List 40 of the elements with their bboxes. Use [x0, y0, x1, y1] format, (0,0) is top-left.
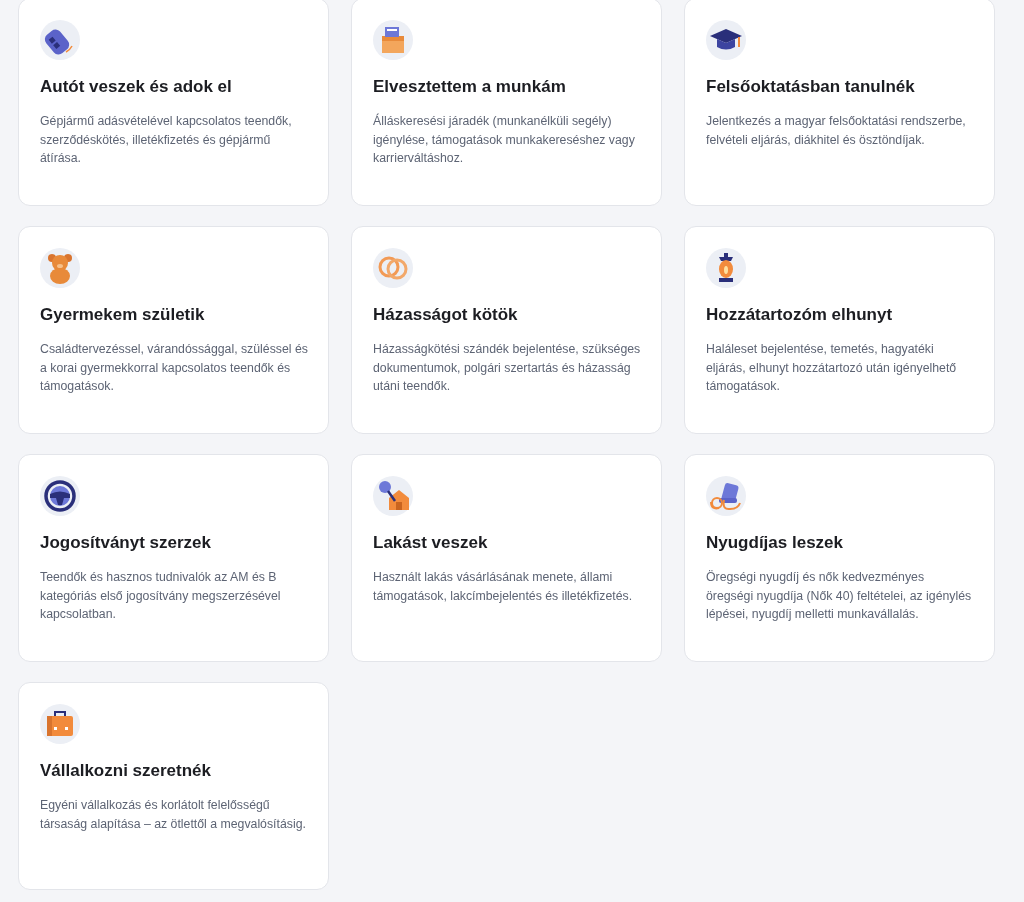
topic-card[interactable]: Autót veszek és adok el Gépjármű adásvételével kapcsolatos teendők, szerződéskötés, illetékfizetés és gépjármű átírása.: [18, 0, 329, 206]
card-title: Házasságot kötök: [373, 304, 519, 326]
card-title: Lakást veszek: [373, 532, 489, 554]
card-title: Hozzátartozóm elhunyt: [706, 304, 894, 326]
topic-card[interactable]: Vállalkozni szeretnék Egyéni vállalkozás és korlátolt felelősségű társaság alapítása – az ötlettől a megvalósításig.: [18, 682, 329, 890]
card-title: Nyugdíjas leszek: [706, 532, 844, 554]
card-description: Haláleset bejelentése, temetés, hagyatéki eljárás, elhunyt hozzátartozó után igényelhető támogatások.: [706, 341, 958, 395]
key-house-icon: [373, 476, 413, 516]
card-description: Teendők és hasznos tudnivalók az AM és B kategóriás első jogosítvány megszerzésével kapcsolatban.: [40, 569, 282, 623]
card-description: Egyéni vállalkozás és korlátolt felelősségű társaság alapítása – az ötlettől a megvalósításig.: [40, 797, 307, 833]
card-description: Családtervezéssel, várandóssággal, szüléssel és a korai gyermekkorral kapcsolatos teendők és támogatások.: [40, 341, 308, 395]
topic-card[interactable]: Nyugdíjas leszek Öregségi nyugdíj és nők kedvezményes öregségi nyugdíja (Nők 40) feltételei, az igénylés lépései, nyugdíj melletti munkavállalás.: [684, 454, 995, 662]
card-title: Felsőoktatásban tanulnék: [706, 76, 916, 98]
topic-card[interactable]: Házasságot kötök Házasságkötési szándék bejelentése, szükséges dokumentumok, polgári szertartás és házasság utáni teendők.: [351, 226, 662, 434]
lantern-icon: [706, 248, 746, 288]
topic-card[interactable]: Elvesztettem a munkám Álláskeresési járadék (munkanélküli segély) igénylése, támogatások munkakereséshez vagy karrierváltáshoz.: [351, 0, 662, 206]
rocking-chair-icon: [706, 476, 746, 516]
rings-icon: [373, 248, 413, 288]
topic-card[interactable]: Hozzátartozóm elhunyt Haláleset bejelentése, temetés, hagyatéki eljárás, elhunyt hozzátartozó után igényelhető támogatások.: [684, 226, 995, 434]
steering-wheel-icon: [40, 476, 80, 516]
card-description: Használt lakás vásárlásának menete, állami támogatások, lakcímbejelentés és illetékfizetés.: [373, 569, 634, 605]
briefcase-icon: [40, 704, 80, 744]
card-description: Gépjármű adásvételével kapcsolatos teendők, szerződéskötés, illetékfizetés és gépjármű átírása.: [40, 113, 293, 167]
graduation-cap-icon: [706, 20, 746, 60]
card-description: Öregségi nyugdíj és nők kedvezményes öregségi nyugdíja (Nők 40) feltételei, az igénylés lépései, nyugdíj melletti munkavállalás.: [706, 569, 973, 623]
topic-card[interactable]: Felsőoktatásban tanulnék Jelentkezés a magyar felsőoktatási rendszerbe, felvételi eljárás, diákhitel és ösztöndíjak.: [684, 0, 995, 206]
card-description: Álláskeresési járadék (munkanélküli segély) igénylése, támogatások munkakereséshez vagy karrierváltáshoz.: [373, 112, 636, 167]
key-fob-icon: [40, 20, 80, 60]
topic-card[interactable]: Gyermekem születik Családtervezéssel, várandóssággal, szüléssel és a korai gyermekkorral kapcsolatos teendők és támogatások.: [18, 226, 329, 434]
card-title: Jogosítványt szerzek: [40, 532, 212, 554]
card-title: Elvesztettem a munkám: [373, 76, 567, 98]
card-description: Jelentkezés a magyar felsőoktatási rendszerbe, felvételi eljárás, diákhitel és ösztöndíjak.: [706, 113, 967, 149]
card-title: Vállalkozni szeretnék: [40, 760, 213, 782]
box-icon: [373, 20, 413, 60]
card-description: Házasságkötési szándék bejelentése, szükséges dokumentumok, polgári szertartás és házasság utáni teendők.: [373, 341, 641, 395]
topic-card[interactable]: Jogosítványt szerzek Teendők és hasznos tudnivalók az AM és B kategóriás első jogosítvány megszerzésével kapcsolatban.: [18, 454, 329, 662]
card-title: Gyermekem születik: [40, 304, 206, 326]
teddy-bear-icon: [40, 248, 80, 288]
card-title: Autót veszek és adok el: [40, 76, 233, 98]
topic-card[interactable]: Lakást veszek Használt lakás vásárlásának menete, állami támogatások, lakcímbejelentés és illetékfizetés.: [351, 454, 662, 662]
